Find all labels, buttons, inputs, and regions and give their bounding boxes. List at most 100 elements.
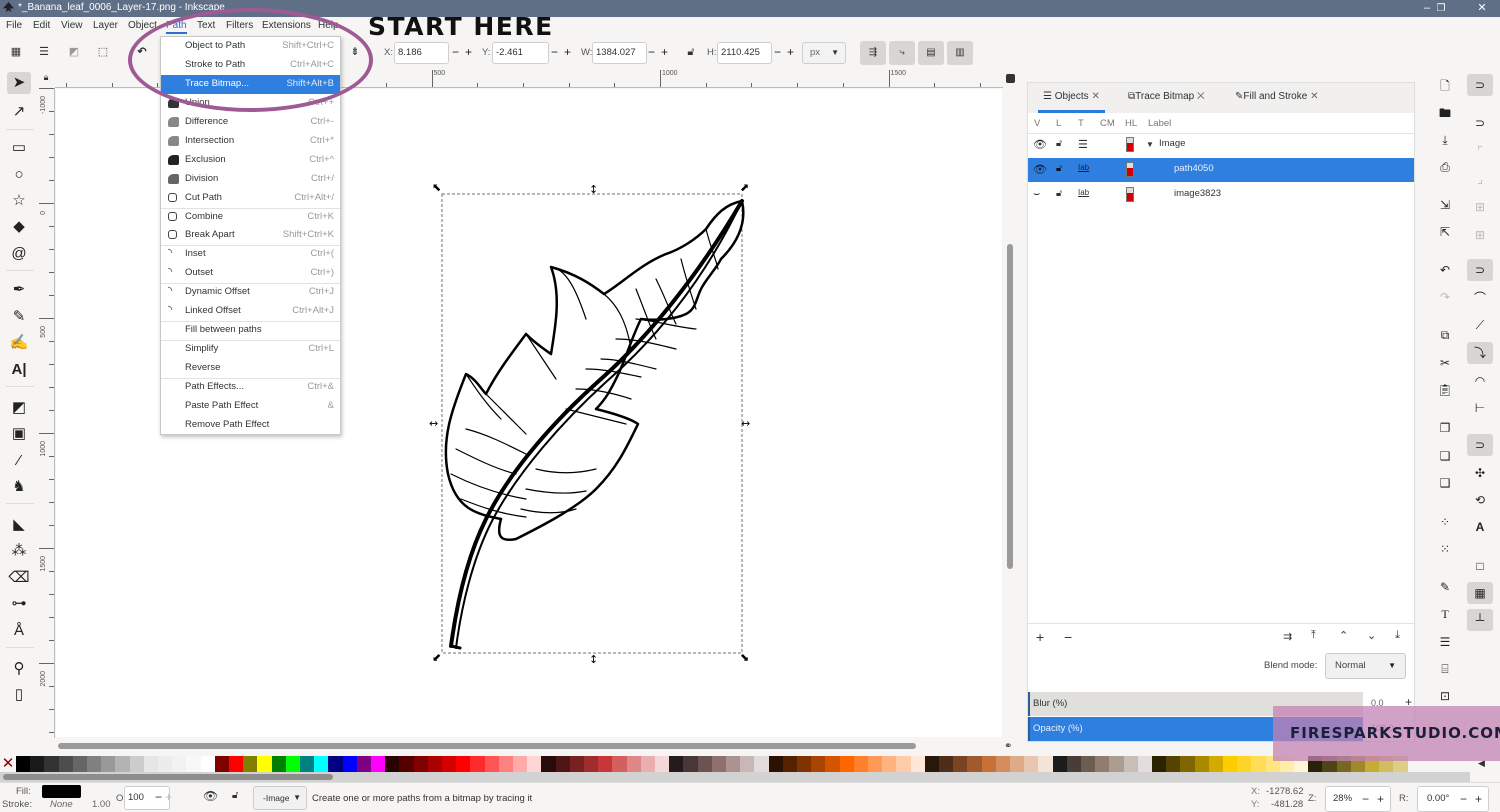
lower-to-bottom-button[interactable]: ⤓ — [1395, 629, 1400, 642]
color-swatch[interactable] — [72, 756, 88, 772]
zoom-tool[interactable]: ⚲ — [7, 658, 31, 680]
w-decrement-button[interactable]: − — [648, 45, 655, 59]
color-swatch[interactable] — [569, 756, 585, 772]
color-swatch[interactable] — [371, 756, 386, 772]
tab-fill-and-stroke[interactable]: ✎Fill and Stroke ✕ — [1235, 87, 1318, 113]
color-swatch[interactable] — [711, 756, 727, 772]
color-swatch[interactable] — [44, 756, 60, 772]
color-swatch[interactable] — [1152, 756, 1167, 772]
color-swatch[interactable] — [1223, 756, 1238, 772]
mesh-tool[interactable]: ▣ — [7, 423, 31, 445]
snap-bbox-center-icon[interactable]: ⊞ — [1467, 224, 1493, 246]
color-swatch[interactable] — [768, 756, 784, 772]
eye-icon[interactable]: 👁︎ — [1033, 163, 1047, 176]
object-label[interactable]: image3823 — [1174, 188, 1221, 199]
raise-button[interactable]: ⌃ — [1339, 629, 1348, 642]
color-swatch[interactable] — [229, 756, 244, 772]
menu-item-break-apart[interactable]: Break Apart Shift+Ctrl+K — [161, 226, 340, 245]
color-swatch[interactable] — [981, 756, 997, 772]
color-swatch[interactable] — [953, 756, 968, 772]
opacity-input[interactable]: 100 − — [124, 786, 170, 810]
snap-text-baseline-icon[interactable]: A — [1467, 516, 1493, 538]
color-swatch[interactable] — [427, 756, 443, 772]
menu-item-intersection[interactable]: Intersection Ctrl+* — [161, 132, 340, 151]
scale-corners-button[interactable]: ⤷ — [889, 41, 915, 65]
color-swatch[interactable] — [498, 756, 514, 772]
color-swatch[interactable] — [1194, 756, 1210, 772]
col-clipmask[interactable]: CM — [1100, 118, 1115, 129]
color-swatch[interactable] — [612, 756, 628, 772]
color-swatch[interactable] — [598, 756, 613, 772]
color-swatch[interactable] — [1052, 756, 1068, 772]
tab-objects[interactable]: ☰ Objects ✕ — [1038, 87, 1105, 113]
add-layer-button[interactable]: + — [1036, 629, 1044, 645]
layers-objects-icon[interactable]: ☰ — [1432, 631, 1458, 653]
color-swatch[interactable] — [16, 756, 31, 772]
menu-layer[interactable]: Layer — [93, 20, 118, 31]
color-swatch[interactable] — [995, 756, 1011, 772]
duplicate-icon[interactable]: ❐ — [1432, 417, 1458, 439]
snap-bbox-corner-icon[interactable]: ⌟ — [1467, 168, 1493, 190]
h-increment-button[interactable]: + — [787, 45, 794, 59]
color-swatch[interactable] — [669, 756, 684, 772]
import-icon[interactable]: ⇲ — [1432, 194, 1458, 216]
y-decrement-button[interactable]: − — [551, 45, 558, 59]
color-swatch[interactable] — [1095, 756, 1110, 772]
snap-cusp-icon[interactable]: ⤵ — [1467, 342, 1493, 364]
color-swatch[interactable] — [882, 756, 897, 772]
eye-icon[interactable]: 👁︎ — [1033, 138, 1047, 151]
horizontal-scroll-thumb[interactable] — [58, 743, 916, 749]
snap-smooth-icon[interactable]: ◠ — [1467, 370, 1493, 392]
display-mode-icon[interactable]: ⚭ — [1004, 741, 1012, 752]
close-window-button[interactable]: ✕ — [1468, 0, 1496, 17]
color-swatch[interactable] — [513, 756, 528, 772]
group-icon[interactable]: ⁘ — [1432, 511, 1458, 533]
highlight-color-swatch[interactable] — [1126, 187, 1134, 202]
snap-intersection-icon[interactable]: ⟋ — [1467, 314, 1493, 336]
snap-others-icon[interactable]: ⊃ — [1467, 434, 1493, 456]
eraser-tool[interactable]: ⌫ — [7, 567, 31, 589]
color-swatch[interactable] — [300, 756, 315, 772]
color-swatch[interactable] — [129, 756, 145, 772]
touch-select-icon[interactable]: ⬚ — [96, 45, 110, 59]
move-gradients-button[interactable]: ▤ — [918, 41, 944, 65]
color-swatch[interactable] — [101, 756, 116, 772]
color-swatch[interactable] — [1123, 756, 1139, 772]
open-document-icon[interactable]: 🖿 — [1432, 102, 1458, 124]
color-swatch[interactable] — [868, 756, 883, 772]
raise-to-top-button[interactable]: ⤒ — [1311, 629, 1316, 642]
rotate-increment-button[interactable]: + — [1475, 787, 1482, 811]
opacity-decrement-button[interactable]: − — [155, 786, 162, 808]
color-swatch[interactable] — [328, 756, 344, 772]
highlight-color-swatch[interactable] — [1126, 137, 1134, 152]
menu-item-difference[interactable]: Difference Ctrl+- — [161, 113, 340, 132]
zoom-in-button[interactable]: + — [1377, 787, 1384, 811]
menu-item-fill-between-paths[interactable]: Fill between paths — [161, 321, 340, 340]
color-swatch[interactable] — [1109, 756, 1125, 772]
col-locked[interactable]: L — [1056, 118, 1061, 129]
document-properties-icon[interactable]: ⊡ — [1432, 685, 1458, 707]
gradient-tool[interactable]: ◩ — [7, 397, 31, 419]
select-all-icon[interactable]: ▦ — [9, 45, 23, 59]
color-swatch[interactable] — [399, 756, 415, 772]
menu-item-dynamic-offset[interactable]: ◝ Dynamic Offset Ctrl+J — [161, 283, 340, 302]
opacity-increment-button[interactable]: + — [165, 790, 172, 804]
color-swatch[interactable] — [584, 756, 599, 772]
xml-editor-icon[interactable]: ⌸ — [1432, 658, 1458, 680]
color-swatch[interactable] — [1166, 756, 1181, 772]
unlock-icon[interactable]: 🔓︎ — [1056, 163, 1062, 174]
rectangle-tool[interactable]: ▭ — [7, 137, 31, 159]
menu-item-inset[interactable]: ◝ Inset Ctrl+( — [161, 245, 340, 264]
color-swatch[interactable] — [754, 756, 770, 772]
object-label[interactable]: path4050 — [1174, 163, 1214, 174]
menu-item-exclusion[interactable]: Exclusion Ctrl+^ — [161, 151, 340, 170]
fill-swatch[interactable] — [42, 785, 81, 798]
no-paint-swatch[interactable]: ✕ — [1, 756, 15, 772]
unlock-icon[interactable]: 🔓︎ — [1056, 138, 1062, 149]
text-tool[interactable]: A| — [7, 359, 31, 381]
color-swatch[interactable] — [1010, 756, 1025, 772]
object-row-path4050[interactable]: 👁︎ 🔓︎ Iab path4050 — [1028, 158, 1414, 182]
snap-toggle-icon[interactable]: ⊃ — [1467, 74, 1493, 96]
selector-tool[interactable]: ➤ — [7, 72, 31, 94]
lower-button[interactable]: ⌄ — [1367, 629, 1376, 642]
